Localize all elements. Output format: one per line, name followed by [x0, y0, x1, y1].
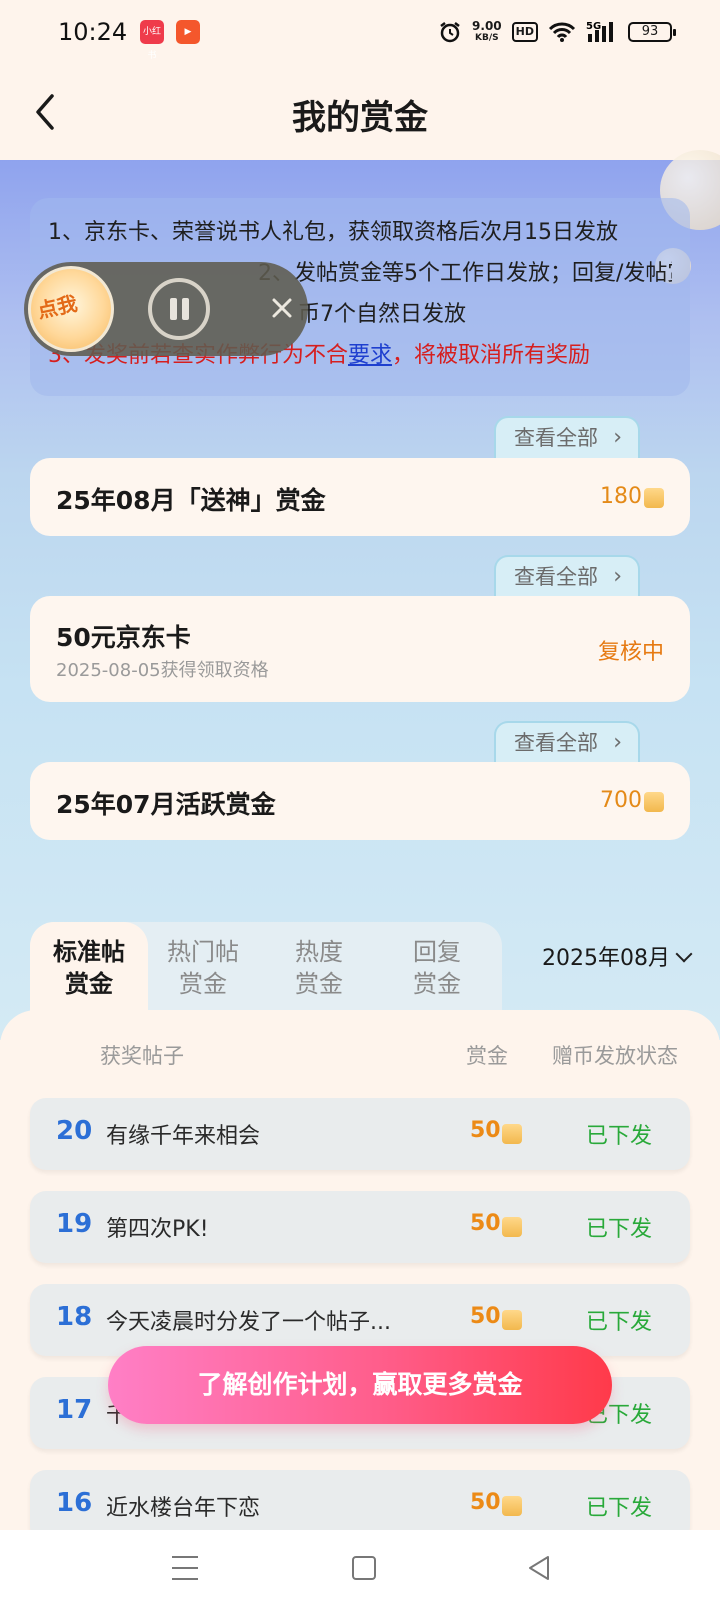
system-nav-bar	[0, 1530, 720, 1612]
tab-label-line1: 回复	[413, 938, 461, 966]
bounty-list-panel	[0, 1010, 720, 1530]
row-rank: 16	[56, 1488, 93, 1518]
notice-line-1: 1、京东卡、荣誉说书人礼包，获领取资格后次月15日发放	[48, 220, 618, 245]
row-rank: 17	[56, 1395, 93, 1425]
row-status: 已下发	[586, 1217, 653, 1242]
back-icon[interactable]	[526, 1554, 552, 1582]
row-rank: 19	[56, 1209, 93, 1239]
row-title: 今天凌晨时分发了一个帖子...	[106, 1310, 391, 1335]
tab-hot-post[interactable]: 热门帖 赏金	[144, 922, 262, 1014]
tab-label-line2: 赏金	[65, 970, 113, 998]
player-cover-art[interactable]: 点我	[28, 266, 114, 352]
table-row[interactable]: 20 有缘千年来相会 50 已下发	[30, 1098, 690, 1170]
cover-text: 点我	[35, 291, 80, 323]
card-title: 25年08月「送神」赏金	[56, 486, 326, 515]
month-selector[interactable]: 2025年08月	[542, 940, 693, 972]
row-amount: 50	[470, 1304, 501, 1329]
status-icons: 9.00 KB/S HD 5G 93	[438, 18, 676, 46]
tab-label-line1: 热度	[295, 938, 343, 966]
coin-icon	[644, 792, 664, 812]
coin-icon	[502, 1217, 522, 1237]
home-icon[interactable]	[352, 1556, 376, 1580]
tab-label-line1: 热门帖	[167, 938, 239, 966]
tab-standard-post[interactable]: 标准帖 赏金	[30, 922, 148, 1014]
floating-audio-player[interactable]: 点我	[24, 262, 308, 356]
bounty-type-tabs: 标准帖赏金 热门帖赏金 热度赏金 回复赏金	[30, 922, 502, 1014]
view-all-button[interactable]: 查看全部 ›	[494, 416, 640, 458]
signal-icon: 5G	[586, 21, 613, 42]
tab-label-line2: 赏金	[179, 970, 227, 998]
row-title: 近水楼台年下恋	[106, 1496, 261, 1521]
table-row[interactable]: 19 第四次PK! 50 已下发	[30, 1191, 690, 1263]
pause-button[interactable]	[148, 278, 210, 340]
row-amount: 50	[470, 1211, 501, 1236]
video-app-icon: ▶	[176, 20, 200, 44]
alarm-icon	[440, 22, 460, 43]
chevron-right-icon: ›	[613, 730, 622, 755]
row-amount: 50	[470, 1118, 501, 1143]
column-header-reward: 赏金	[466, 1044, 508, 1068]
row-status: 已下发	[586, 1124, 653, 1149]
card-amount: 180	[600, 484, 642, 509]
coin-icon	[502, 1496, 522, 1516]
view-all-label: 查看全部	[514, 565, 598, 589]
page-title: 我的赏金	[292, 98, 428, 138]
column-header-post: 获奖帖子	[100, 1044, 184, 1068]
status-time: 10:24	[58, 18, 128, 46]
chevron-right-icon: ›	[613, 425, 622, 450]
xiaohongshu-app-icon: 小红书	[140, 20, 164, 61]
menu-icon[interactable]	[172, 1556, 198, 1580]
column-header-status: 赠币发放状态	[552, 1044, 678, 1068]
close-icon	[272, 298, 292, 318]
tab-label-line1: 标准帖	[53, 938, 125, 966]
tab-reply[interactable]: 回复 赏金	[378, 922, 496, 1014]
coin-icon	[644, 488, 664, 508]
bounty-card-send-god[interactable]: 25年08月「送神」赏金 180	[30, 458, 690, 536]
chevron-right-icon: ›	[613, 564, 622, 589]
coin-icon	[502, 1310, 522, 1330]
row-rank: 18	[56, 1302, 93, 1332]
status-bar: 10:24 小红书 ▶ 9.00 KB/S HD 5G 93	[0, 0, 720, 66]
bounty-card-jd-card[interactable]: 50元京东卡 2025-08-05获得领取资格 复核中	[30, 596, 690, 702]
row-amount: 50	[470, 1490, 501, 1515]
month-label: 2025年08月	[542, 946, 670, 971]
tab-label-line2: 赏金	[413, 970, 461, 998]
view-all-button[interactable]: 查看全部 ›	[494, 721, 640, 763]
battery-icon: 93	[628, 22, 676, 42]
view-all-label: 查看全部	[514, 731, 598, 755]
review-status: 复核中	[597, 640, 664, 665]
row-title: 有缘千年来相会	[106, 1124, 261, 1149]
row-status: 已下发	[586, 1496, 653, 1521]
row-title: 第四次PK!	[106, 1217, 209, 1242]
tab-label-line2: 赏金	[295, 970, 343, 998]
coin-icon	[502, 1124, 522, 1144]
card-title: 50元京东卡	[56, 623, 191, 652]
tab-popularity[interactable]: 热度 赏金	[260, 922, 378, 1014]
wifi-icon	[548, 22, 576, 42]
bounty-card-active[interactable]: 25年07月活跃赏金 700	[30, 762, 690, 840]
top-bar: 我的赏金	[0, 66, 720, 160]
creator-plan-button[interactable]: 了解创作计划，赢取更多赏金	[108, 1346, 612, 1424]
requirements-link[interactable]: 要求	[348, 343, 392, 368]
row-rank: 20	[56, 1116, 93, 1146]
row-status: 已下发	[586, 1310, 653, 1335]
card-title: 25年07月活跃赏金	[56, 790, 276, 819]
network-speed: 9.00 KB/S	[472, 19, 502, 43]
card-amount: 700	[600, 788, 642, 813]
view-all-label: 查看全部	[514, 426, 598, 450]
chevron-down-icon	[675, 945, 693, 963]
card-subtitle: 2025-08-05获得领取资格	[56, 660, 269, 681]
hd-badge: HD	[511, 22, 538, 42]
player-close-button[interactable]	[264, 290, 300, 326]
view-all-button[interactable]: 查看全部 ›	[494, 555, 640, 597]
